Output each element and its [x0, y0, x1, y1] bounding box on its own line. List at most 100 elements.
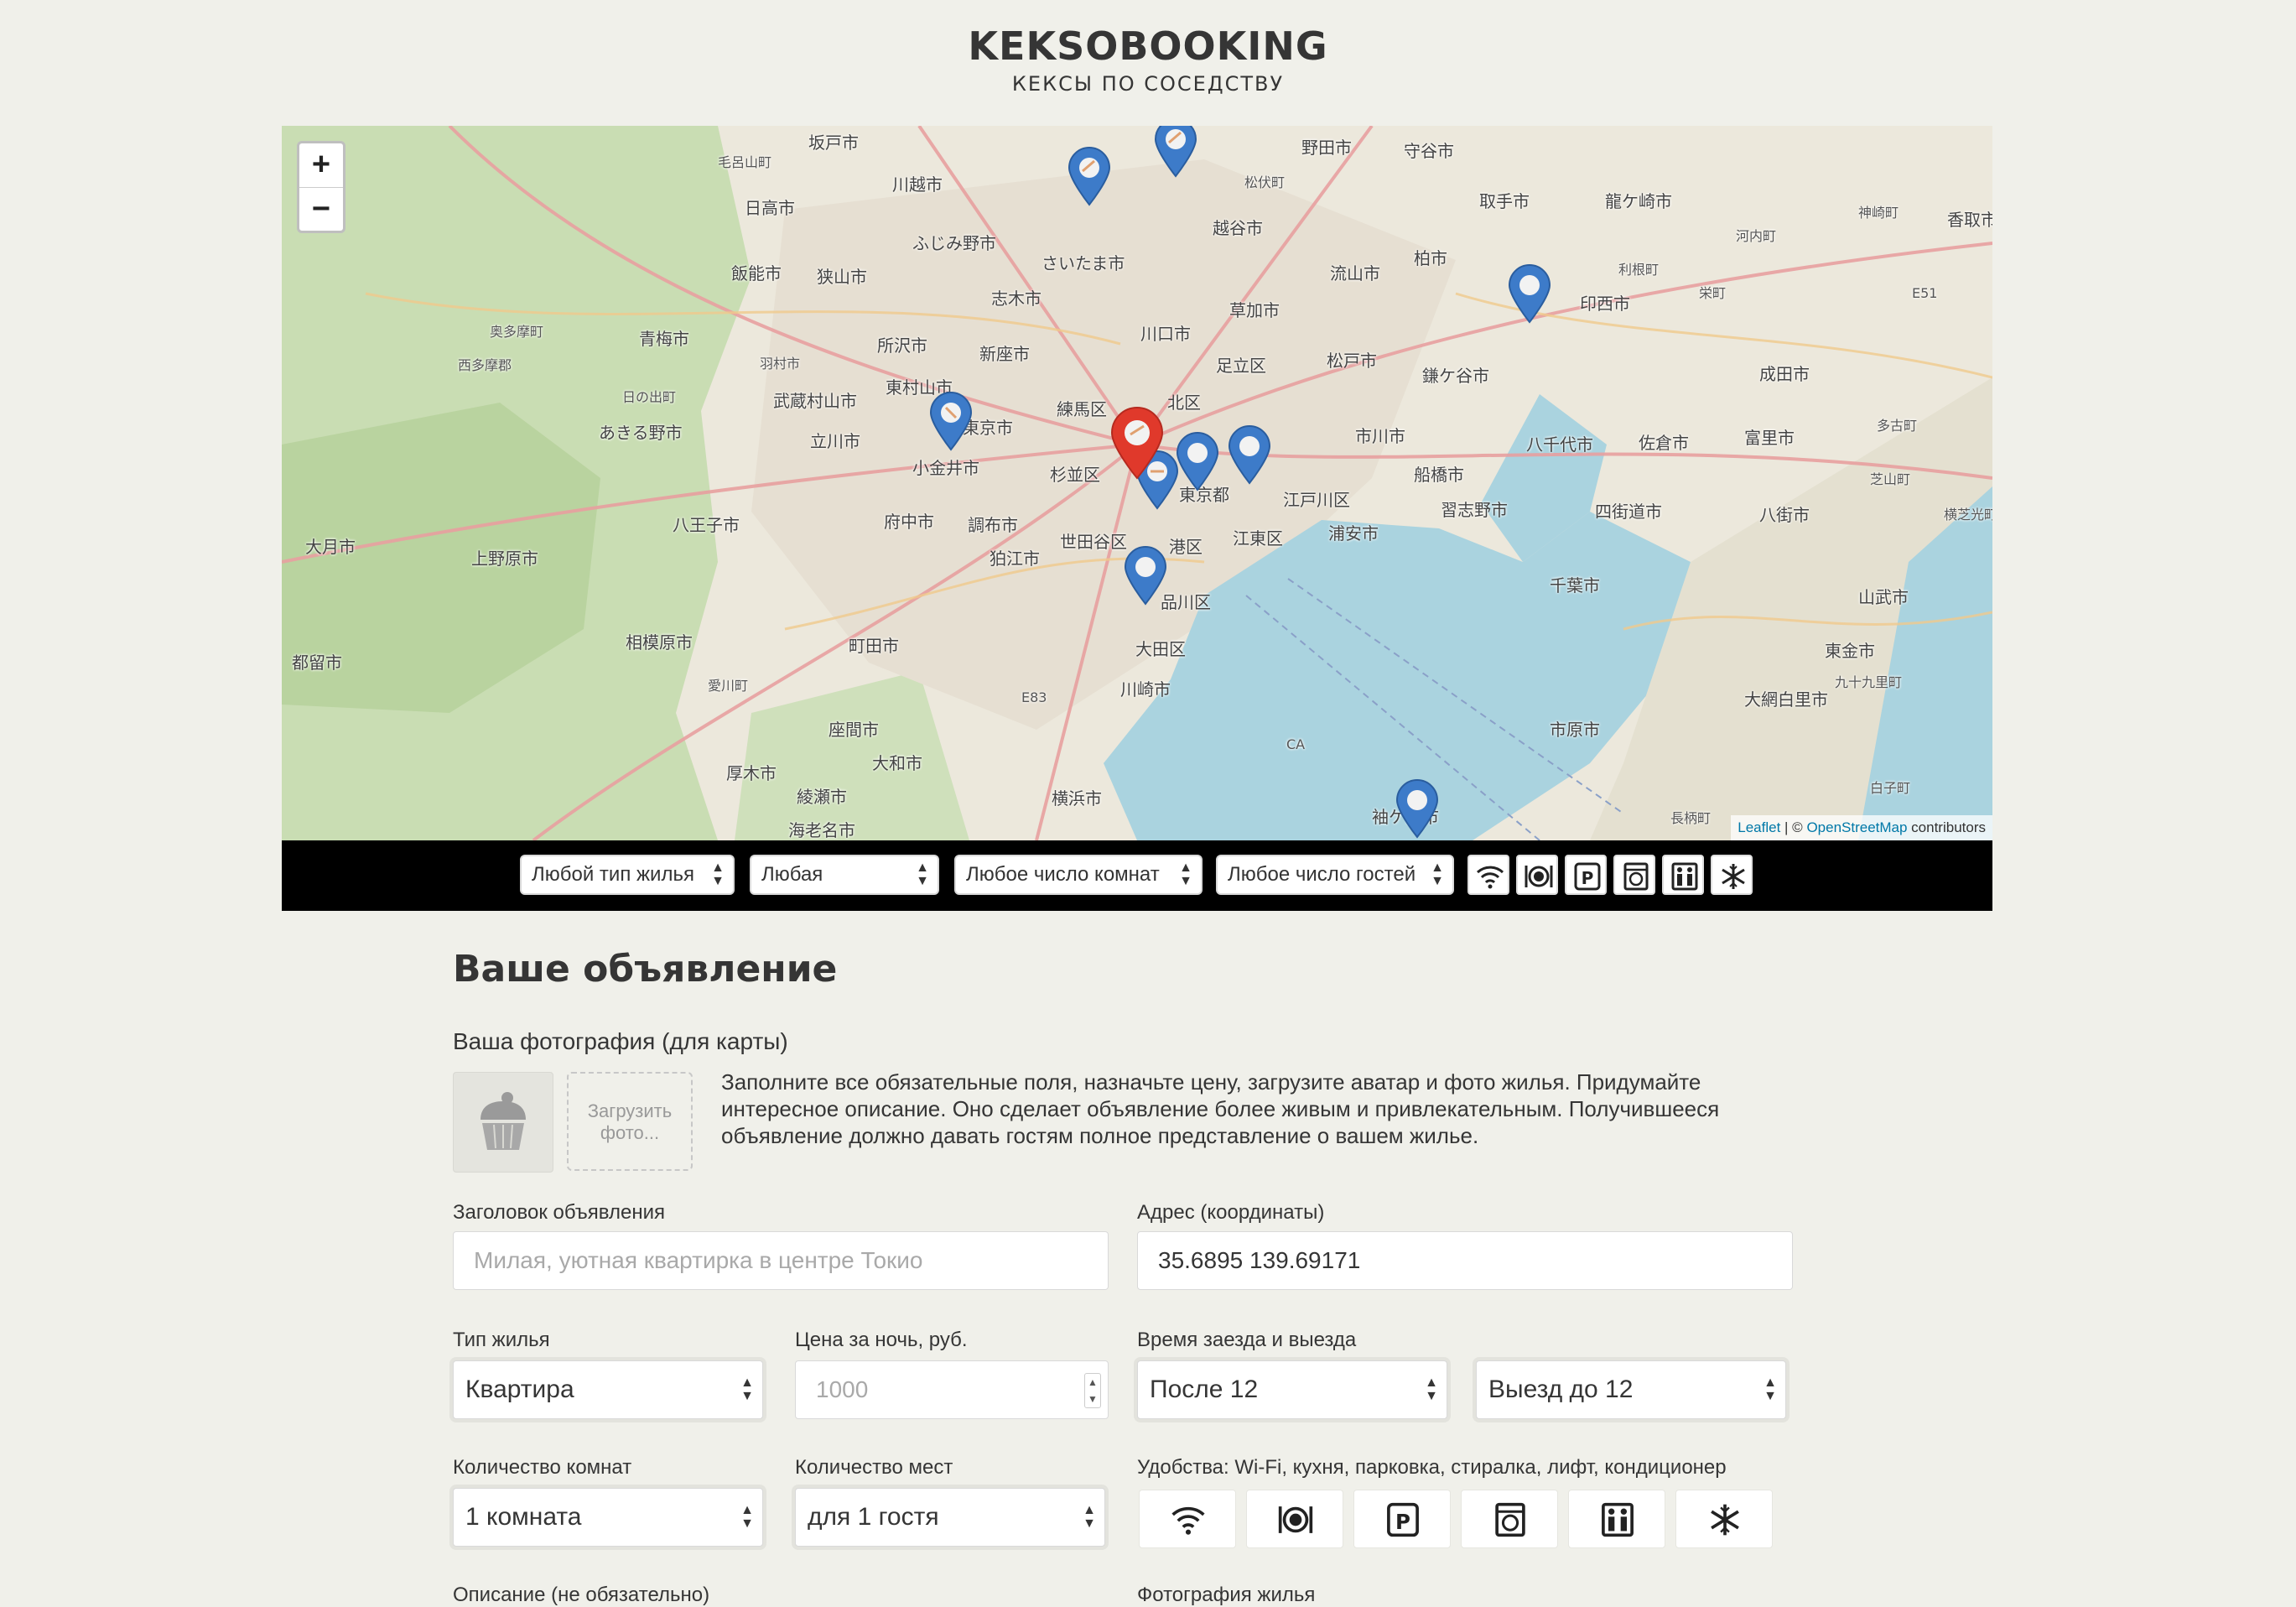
map-place-label: 座間市 — [829, 720, 879, 740]
washer-icon — [1495, 1502, 1525, 1537]
offer-pin-icon[interactable] — [1174, 431, 1221, 491]
address-input[interactable]: 35.6895 139.69171 — [1137, 1231, 1793, 1290]
zoom-in-button[interactable]: + — [299, 143, 343, 188]
rooms-filter-value: Любое число комнат — [966, 863, 1160, 886]
offer-pin-icon[interactable] — [1394, 778, 1441, 839]
map-place-label: 松戸市 — [1327, 351, 1377, 371]
cupcake-icon — [480, 1092, 526, 1150]
map-place-label: 狛江市 — [990, 549, 1040, 569]
capacity-select[interactable]: для 1 гостя ▲ ▼ — [795, 1488, 1105, 1547]
map-place-label: 狭山市 — [817, 267, 867, 287]
map-place-label: 市川市 — [1355, 426, 1405, 446]
zoom-control: + − — [297, 141, 345, 233]
guests-filter-value: Любое число гостей — [1228, 863, 1416, 886]
title-input[interactable]: Милая, уютная квартирка в центре Токио — [453, 1231, 1109, 1290]
checkout-select[interactable]: Выезд до 12 ▲ ▼ — [1476, 1360, 1786, 1419]
map-place-label: 武蔵村山市 — [773, 391, 857, 411]
map-place-label: 越谷市 — [1213, 218, 1263, 238]
map-place-label: 市原市 — [1550, 720, 1600, 740]
type-select[interactable]: Квартира ▲ ▼ — [453, 1360, 763, 1419]
main-pin-icon[interactable] — [1109, 406, 1166, 480]
housing-type-filter[interactable]: Любой тип жилья ▲ ▼ — [520, 855, 735, 895]
map-place-label: 立川市 — [810, 431, 860, 451]
map-place-label: 川越市 — [892, 174, 943, 195]
avatar-preview — [453, 1072, 553, 1173]
features-label: Удобства: Wi-Fi, кухня, парковка, стирал… — [1137, 1456, 1727, 1479]
map-place-label: 愛川町 — [708, 678, 749, 694]
avatar-label: Ваша фотография (для карты) — [453, 1028, 788, 1054]
map-place-label: あきる野市 — [599, 423, 683, 443]
price-spinner[interactable]: ▲ ▼ — [1084, 1373, 1101, 1408]
note-line-1: Заполните все обязательные поля, назначь… — [721, 1069, 1701, 1095]
map-place-label: 志木市 — [991, 289, 1042, 309]
header: KEKSOBOOKING КЕКСЫ ПО СОСЕДСТВУ — [0, 0, 2296, 126]
checkin-select[interactable]: После 12 ▲ ▼ — [1137, 1360, 1447, 1419]
feature-wifi[interactable] — [1139, 1490, 1236, 1548]
form-note: Заполните все обязательные поля, назначь… — [721, 1069, 1828, 1149]
wifi-icon — [1476, 866, 1504, 889]
capacity-label: Количество мест — [795, 1456, 953, 1479]
rooms-filter[interactable]: Любое число комнат ▲ ▼ — [954, 855, 1203, 895]
feature-conditioner[interactable] — [1675, 1490, 1773, 1548]
map-place-label: 小金井市 — [912, 458, 979, 478]
offer-pin-icon[interactable] — [1506, 263, 1553, 324]
zoom-out-button[interactable]: − — [299, 188, 343, 231]
map-place-label: 江東区 — [1233, 528, 1283, 549]
map-place-label: 大田区 — [1135, 639, 1186, 659]
feature-kitchen[interactable] — [1246, 1490, 1343, 1548]
map-place-label: 毛呂山町 — [718, 154, 772, 170]
price-label: Цена за ночь, руб. — [795, 1329, 968, 1351]
price-input[interactable]: 1000 ▲ ▼ — [795, 1360, 1109, 1419]
filter-parking[interactable]: P — [1565, 855, 1607, 895]
offer-pin-icon[interactable] — [1122, 545, 1169, 606]
map-place-label: 横芝光町 — [1944, 507, 1992, 523]
filter-conditioner[interactable] — [1711, 855, 1753, 895]
feature-elevator[interactable] — [1568, 1490, 1665, 1548]
feature-parking[interactable]: P — [1353, 1490, 1451, 1548]
type-label: Тип жилья — [453, 1329, 550, 1351]
filter-kitchen[interactable] — [1516, 855, 1558, 895]
price-input-placeholder: 1000 — [816, 1376, 869, 1402]
kitchen-icon — [1525, 866, 1553, 887]
rooms-label: Количество комнат — [453, 1456, 632, 1479]
filter-elevator[interactable] — [1662, 855, 1704, 895]
offer-pin-icon[interactable] — [1066, 146, 1113, 206]
capacity-select-value: для 1 гостя — [808, 1503, 939, 1531]
checkout-select-value: Выезд до 12 — [1488, 1376, 1634, 1403]
logo[interactable]: KEKSOBOOKING — [0, 23, 2296, 69]
map-place-label: 所沢市 — [877, 335, 927, 356]
price-filter[interactable]: Любая ▲ ▼ — [750, 855, 939, 895]
select-arrows-icon: ▲ ▼ — [1083, 1503, 1096, 1531]
map-place-label: 横浜市 — [1052, 788, 1102, 809]
description-label: Описание (не обязательно) — [453, 1584, 710, 1606]
map-place-label: 松伏町 — [1244, 174, 1286, 190]
title-label: Заголовок объявления — [453, 1201, 666, 1224]
map-place-label: さいたま市 — [1042, 253, 1125, 273]
select-arrows-icon: ▲ ▼ — [1425, 1376, 1438, 1403]
map-place-label: 鎌ケ谷市 — [1422, 366, 1489, 386]
map-place-label: 芝山町 — [1870, 471, 1911, 487]
offer-pin-icon[interactable] — [927, 391, 974, 451]
select-arrows-icon: ▲ ▼ — [711, 861, 725, 888]
attribution-separator: | © — [1780, 819, 1807, 835]
filter-washer[interactable] — [1613, 855, 1655, 895]
feature-washer[interactable] — [1461, 1490, 1558, 1548]
map-place-label: 港区 — [1169, 537, 1203, 557]
offer-pin-icon[interactable] — [1152, 126, 1199, 178]
map[interactable]: 坂戸市 毛呂山町 日高市 川越市 ふじみ野市 野田市 守谷市 松伏町 越谷市 取… — [282, 126, 1992, 840]
map-place-label: 利根町 — [1618, 262, 1660, 278]
rooms-select[interactable]: 1 комната ▲ ▼ — [453, 1488, 763, 1547]
leaflet-link[interactable]: Leaflet — [1738, 819, 1780, 835]
map-place-label: 白子町 — [1870, 780, 1911, 796]
map-place-label: 山武市 — [1858, 587, 1909, 607]
conditioner-icon — [1722, 864, 1745, 889]
map-place-label: 相模原市 — [626, 632, 693, 653]
filter-wifi[interactable] — [1467, 855, 1509, 895]
avatar-upload-button[interactable]: Загрузить фото... — [567, 1072, 693, 1171]
elevator-icon — [1671, 862, 1698, 891]
offer-pin-icon[interactable] — [1226, 424, 1273, 485]
osm-link[interactable]: OpenStreetMap — [1806, 819, 1907, 835]
map-place-label: 富里市 — [1744, 428, 1795, 448]
type-select-value: Квартира — [465, 1376, 574, 1403]
guests-filter[interactable]: Любое число гостей ▲ ▼ — [1216, 855, 1454, 895]
